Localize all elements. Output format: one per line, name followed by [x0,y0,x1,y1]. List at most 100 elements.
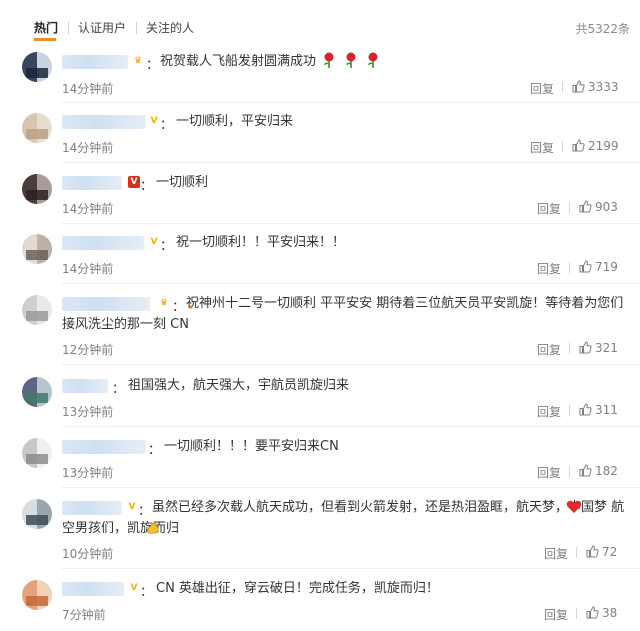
reply-button[interactable]: 回复 [544,545,568,562]
like-count: 2199 [588,139,619,153]
reply-button[interactable]: 回复 [537,200,561,217]
like-count: 321 [595,341,618,355]
row-divider [62,162,640,163]
comment-time: 7分钟前 [62,608,106,622]
username-blurred[interactable] [62,115,146,129]
like-count: 311 [595,403,618,417]
username-blurred[interactable] [62,176,122,190]
avatar[interactable] [22,295,52,325]
tab-following[interactable]: 关注的人 [146,20,194,36]
comment-text: CN 英雄出征，穿云破日！完成任务，凯旋而归！ [156,581,439,596]
tab-hot[interactable]: 热门 [34,20,58,36]
like-button[interactable]: 3333 [572,80,619,94]
reply-button[interactable]: 回复 [537,341,561,358]
like-count: 719 [595,260,618,274]
reply-button[interactable]: 回复 [537,464,561,481]
comment-total-count: 共5322条 [575,22,630,36]
avatar[interactable] [22,499,52,529]
avatar[interactable] [22,113,52,143]
like-button[interactable]: 321 [579,341,618,355]
rose-emoji-icon [324,52,334,68]
comment-time: 14分钟前 [62,82,114,96]
avatar[interactable] [22,580,52,610]
action-divider [569,202,570,213]
reply-button[interactable]: 回复 [537,403,561,420]
comment-filter-bar: 热门 认证用户 关注的人 共5322条 [0,0,640,42]
reply-button[interactable]: 回复 [537,260,561,277]
like-button[interactable]: 182 [579,464,618,478]
comment-time: 10分钟前 [62,547,114,561]
verified-v-icon: V [130,583,138,593]
tab-divider [68,22,69,34]
row-divider [62,426,640,427]
username-blurred[interactable] [62,582,124,596]
verified-v-icon: V [150,237,158,247]
tab-verified-users[interactable]: 认证用户 [78,20,126,36]
action-divider [576,608,577,619]
comment-time: 13分钟前 [62,405,114,419]
comment-text: 一切顺利 [156,175,209,190]
thumb-up-icon [572,139,585,152]
like-button[interactable]: 719 [579,260,618,274]
thumb-up-icon [586,545,599,558]
row-divider [62,487,640,488]
comment-time: 14分钟前 [62,202,114,216]
tab-divider [136,22,137,34]
username-blurred[interactable] [62,55,128,69]
username-blurred[interactable] [62,440,146,454]
rose-emoji-icon [346,52,356,68]
colon: ： [140,585,154,600]
colon: ： [160,239,174,254]
like-count: 3333 [588,80,619,94]
reply-button[interactable]: 回复 [544,606,568,623]
comment-text: 一切顺利！！！要平安归来CN [164,439,339,454]
colon: ： [112,382,126,397]
username-blurred[interactable] [62,236,144,250]
active-tab-indicator [34,38,56,41]
crown-icon: ♛ [133,56,143,66]
verified-v-icon: V [128,176,140,188]
rose-emoji-icon [368,52,378,68]
username-blurred[interactable] [62,379,108,393]
like-button[interactable]: 903 [579,200,618,214]
action-divider [569,405,570,416]
comment-text: 祝贺载人飞船发射圆满成功 [160,51,630,72]
thumb-up-icon [579,464,592,477]
like-button[interactable]: 311 [579,403,618,417]
thumb-up-icon [572,80,585,93]
like-button[interactable]: 38 [586,606,617,620]
like-button[interactable]: 72 [586,545,617,559]
thumb-up-icon [579,341,592,354]
comment-time: 14分钟前 [62,262,114,276]
reply-button[interactable]: 回复 [530,139,554,156]
like-button[interactable]: 2199 [572,139,619,153]
avatar[interactable] [22,52,52,82]
action-divider [569,466,570,477]
row-divider [62,364,640,365]
action-divider [569,262,570,273]
comment-time: 13分钟前 [62,466,114,480]
comment-time: 12分钟前 [62,343,114,357]
like-count: 38 [602,606,618,620]
avatar[interactable] [22,438,52,468]
strong-arm-emoji-icon [147,522,159,534]
comment-text: 祝一切顺利！！平安归来！！ [176,235,346,250]
colon: ： [148,443,162,458]
comment-text: 祖国强大，航天强大，宇航员凯旋归来 [128,378,350,393]
row-divider [62,223,640,224]
row-divider [62,283,640,284]
like-count: 182 [595,464,618,478]
avatar[interactable] [22,234,52,264]
verified-v-icon: V [150,116,158,126]
action-divider [576,547,577,558]
colon: ： [160,118,174,133]
avatar[interactable] [22,377,52,407]
action-divider [562,82,563,93]
comment-text: 祝神州十二号一切顺利 平平安安 期待着三位航天员平安凯旋！等待着为您们接风洗尘的… [62,296,624,332]
avatar[interactable] [22,174,52,204]
action-divider [562,141,563,152]
heart-emoji-icon [566,500,582,513]
thumb-up-icon [579,260,592,273]
reply-button[interactable]: 回复 [530,80,554,97]
row-divider [62,102,640,103]
